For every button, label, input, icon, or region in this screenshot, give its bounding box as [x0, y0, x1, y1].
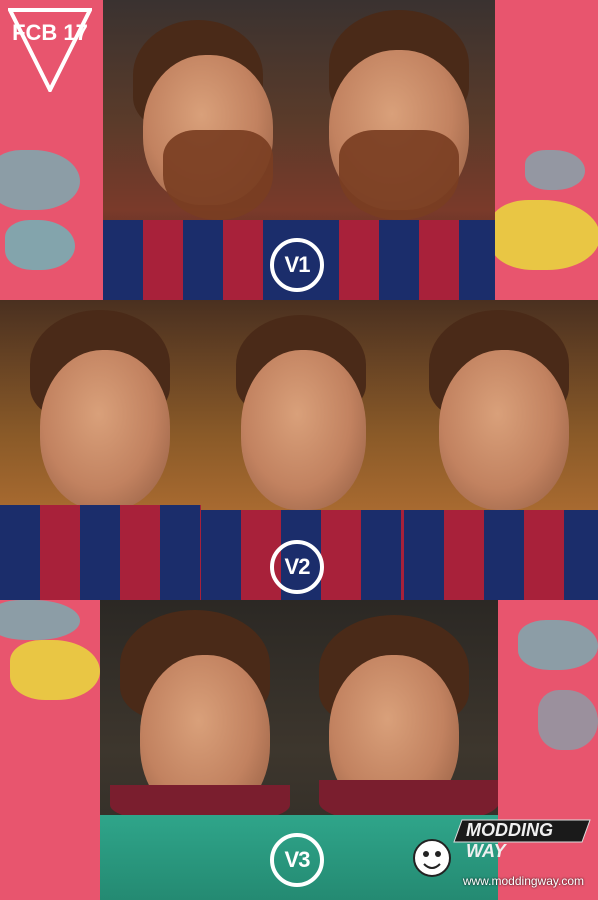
pink-side-panel-left — [0, 600, 100, 900]
barca-shirt — [299, 220, 495, 300]
face — [241, 350, 366, 510]
moddingway-brand-text: MODDING WAY — [466, 820, 553, 861]
face-photo-v2-left — [0, 300, 201, 600]
barca-shirt — [404, 510, 598, 600]
beard — [339, 130, 459, 220]
yellow-splash — [495, 200, 598, 270]
barca-shirt — [0, 505, 201, 600]
face-photo-v1-threequarter — [299, 0, 495, 300]
cyan-splash — [0, 150, 80, 210]
version-badge-v1: V1 — [270, 238, 324, 292]
cyan-splash — [0, 600, 80, 640]
version-badge-v2: V2 — [270, 540, 324, 594]
face-photo-v1-profile — [103, 0, 299, 300]
cyan-splash — [518, 620, 598, 670]
cyan-splash — [538, 690, 598, 750]
face — [439, 350, 569, 510]
cyan-splash — [5, 220, 75, 270]
fcb-logo: FCB 17 — [8, 8, 92, 92]
fcb-logo-text: FCB 17 — [12, 20, 88, 45]
row-v1: FCB 17 V1 — [0, 0, 598, 300]
face-photo-v2-right — [404, 300, 598, 600]
cyan-splash — [525, 150, 585, 190]
pink-side-panel-left: FCB 17 — [0, 0, 103, 300]
yellow-splash — [10, 640, 100, 700]
row-v2: V2 — [0, 300, 598, 600]
moddingway-url: www.moddingway.com — [462, 874, 584, 888]
version-badge-v3: V3 — [270, 833, 324, 887]
beard — [163, 130, 273, 220]
pink-side-panel-right — [495, 0, 598, 300]
row-v3: V3 MODDING WAY www.moddingway.com — [0, 600, 598, 900]
face — [40, 350, 170, 510]
face-photo-v3-left — [100, 600, 299, 900]
